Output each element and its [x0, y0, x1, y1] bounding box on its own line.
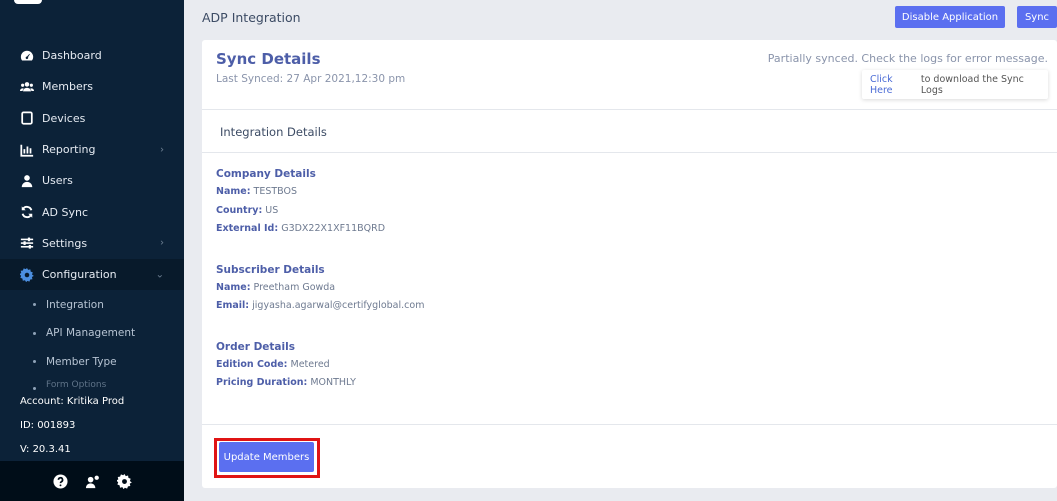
sidebar-subitem-member-type[interactable]: Member Type: [0, 347, 184, 376]
divider: [202, 152, 1057, 153]
members-icon: [20, 80, 34, 94]
company-external-id-field: External Id: G3DX22X1XF11BQRD: [216, 223, 385, 234]
account-info: Account: Kritika Prod ID: 001893 V: 20.3…: [0, 390, 184, 462]
integration-card: [202, 40, 1057, 488]
sidebar-item-configuration[interactable]: Configuration ⌄: [0, 259, 184, 291]
sidebar-item-settings[interactable]: Settings ›: [0, 228, 184, 259]
field-label: Edition Code:: [216, 359, 288, 370]
reporting-icon: [20, 143, 34, 157]
sync-details-title: Sync Details: [216, 50, 321, 68]
field-label: Email:: [216, 300, 250, 311]
app-version: V: 20.3.41: [20, 444, 71, 455]
sidebar: Dashboard Members Devices Reporting › Us…: [0, 0, 184, 501]
field-value: jigyasha.agarwal@certifyglobal.com: [252, 300, 425, 311]
disable-application-button[interactable]: Disable Application: [895, 6, 1005, 28]
chevron-down-icon: ⌄: [155, 269, 164, 281]
sidebar-item-devices[interactable]: Devices: [0, 103, 184, 134]
sidebar-item-ad-sync[interactable]: AD Sync: [0, 196, 184, 227]
sidebar-item-dashboard[interactable]: Dashboard: [0, 40, 184, 71]
user-notification-icon[interactable]: [84, 473, 100, 489]
dashboard-icon: [20, 49, 34, 63]
sidebar-item-label: Members: [42, 80, 93, 94]
field-label: Name:: [216, 186, 251, 197]
gear-icon: [20, 267, 34, 282]
account-id: ID: 001893: [20, 420, 76, 431]
field-label: External Id:: [216, 223, 279, 234]
divider: [202, 109, 1057, 110]
integration-details-heading: Integration Details: [220, 125, 327, 139]
sync-button[interactable]: Sync: [1017, 6, 1057, 28]
sidebar-subitem-label: Member Type: [46, 355, 117, 368]
sync-status-message: Partially synced. Check the logs for err…: [767, 52, 1048, 65]
sidebar-subitem-label: Form Options: [46, 379, 107, 390]
account-name: Account: Kritika Prod: [20, 396, 125, 407]
subscriber-details-title: Subscriber Details: [216, 264, 325, 276]
sidebar-footer: [0, 461, 184, 501]
update-members-button[interactable]: Update Members: [219, 442, 314, 472]
divider: [202, 424, 1057, 425]
sidebar-item-reporting[interactable]: Reporting ›: [0, 134, 184, 165]
sidebar-item-label: Settings: [42, 236, 88, 250]
help-icon[interactable]: [52, 473, 68, 489]
sidebar-item-label: Reporting: [42, 143, 96, 157]
field-value: Preetham Gowda: [253, 282, 336, 293]
sidebar-item-label: Dashboard: [42, 49, 102, 63]
chevron-right-icon: ›: [160, 237, 164, 249]
sidebar-item-label: Users: [42, 174, 73, 188]
sidebar-subitem-api-management[interactable]: API Management: [0, 319, 184, 348]
settings-sliders-icon: [20, 236, 34, 250]
sync-icon: [20, 205, 34, 219]
field-value: US: [265, 205, 279, 216]
gear-icon[interactable]: [116, 473, 132, 489]
field-label: Pricing Duration:: [216, 377, 308, 388]
sidebar-item-label: Configuration: [42, 268, 117, 282]
edition-code-field: Edition Code: Metered: [216, 359, 330, 370]
sidebar-item-members[interactable]: Members: [0, 71, 184, 102]
last-synced: Last Synced: 27 Apr 2021,12:30 pm: [216, 73, 406, 85]
sidebar-item-label: Devices: [42, 111, 86, 125]
order-details-title: Order Details: [216, 341, 295, 353]
page-title: ADP Integration: [202, 10, 301, 25]
chevron-right-icon: ›: [160, 144, 164, 156]
subscriber-email-field: Email: jigyasha.agarwal@certifyglobal.co…: [216, 300, 424, 311]
company-country-field: Country: US: [216, 205, 278, 216]
pricing-duration-field: Pricing Duration: MONTHLY: [216, 377, 356, 388]
sidebar-item-users[interactable]: Users: [0, 165, 184, 196]
subscriber-name-field: Name: Preetham Gowda: [216, 282, 335, 293]
download-logs-link[interactable]: Click Here: [870, 74, 918, 96]
logo: [14, 0, 42, 4]
sidebar-item-label: AD Sync: [42, 205, 89, 219]
sidebar-subitem-label: API Management: [46, 327, 136, 340]
sidebar-subitem-label: Integration: [46, 298, 104, 311]
field-value: MONTHLY: [310, 377, 356, 388]
field-value: TESTBOS: [253, 186, 298, 197]
company-details-title: Company Details: [216, 168, 316, 180]
field-value: G3DX22X1XF11BQRD: [281, 223, 386, 234]
field-label: Name:: [216, 282, 251, 293]
download-logs-text: to download the Sync Logs: [920, 73, 1024, 96]
company-name-field: Name: TESTBOS: [216, 186, 297, 197]
sidebar-subitem-form-options[interactable]: Form Options: [0, 376, 184, 390]
field-value: Metered: [290, 359, 330, 370]
sidebar-nav: Dashboard Members Devices Reporting › Us…: [0, 40, 184, 390]
devices-icon: [20, 111, 34, 125]
users-icon: [20, 174, 34, 188]
field-label: Country:: [216, 205, 263, 216]
sidebar-subitem-integration[interactable]: Integration: [0, 290, 184, 319]
download-logs-box: Click Here to download the Sync Logs: [862, 70, 1048, 99]
